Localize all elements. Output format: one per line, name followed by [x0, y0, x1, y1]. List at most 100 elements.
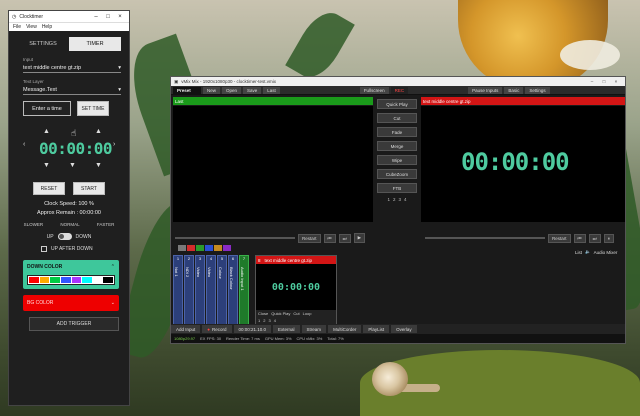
- preview-seek-bar[interactable]: [175, 237, 295, 239]
- input-channel-4[interactable]: 4 Video: [206, 255, 216, 325]
- overlay-button[interactable]: Overlay: [391, 325, 417, 333]
- settings-button[interactable]: Settings: [525, 86, 550, 94]
- audio-mixer-button[interactable]: Audio Mixer: [594, 250, 618, 255]
- vmix-titlebar[interactable]: ▣ vMix Mix - 1920x1080p30 - clocktimer-t…: [171, 77, 625, 86]
- tab-timer[interactable]: TIMER: [69, 37, 121, 51]
- color-tag[interactable]: [178, 245, 186, 251]
- swatch-black[interactable]: [103, 277, 113, 283]
- input-select[interactable]: text middle centre gt.zip ▾: [23, 63, 121, 73]
- fullscreen-button[interactable]: Fullscreen: [359, 86, 389, 94]
- preset-button[interactable]: Preset: [173, 86, 201, 94]
- multicorder-button[interactable]: MultiCorder: [328, 325, 362, 333]
- maximize-icon[interactable]: □: [102, 14, 114, 20]
- layer-1[interactable]: 1: [258, 318, 260, 323]
- faster-button[interactable]: FASTER: [97, 222, 115, 227]
- input-channel-2[interactable]: 2 NDI 2: [184, 255, 194, 325]
- swatch-blue[interactable]: [60, 277, 71, 283]
- seconds-up-icon[interactable]: ▲: [95, 128, 102, 135]
- last-button[interactable]: Last: [263, 86, 280, 94]
- normal-button[interactable]: NORMAL: [60, 222, 79, 227]
- chevron-up-icon[interactable]: ⌃: [111, 264, 115, 270]
- color-tag[interactable]: [205, 245, 213, 251]
- fade-button[interactable]: Fade: [377, 127, 417, 137]
- layer-2[interactable]: 2: [263, 318, 265, 323]
- seconds-down-icon[interactable]: ▼: [95, 162, 102, 169]
- chevron-right-icon[interactable]: ›: [113, 141, 115, 148]
- save-button[interactable]: Save: [243, 86, 262, 94]
- playlist-button[interactable]: PlayList: [363, 325, 390, 333]
- input-channel-5[interactable]: 5 Colour: [217, 255, 227, 325]
- color-tag[interactable]: [196, 245, 204, 251]
- start-button[interactable]: START: [73, 182, 105, 195]
- input-channel-7[interactable]: 7 Audio Input 1: [239, 255, 249, 325]
- close-icon[interactable]: ×: [114, 14, 126, 20]
- maximize-icon[interactable]: □: [598, 79, 610, 84]
- menu-help[interactable]: Help: [42, 24, 52, 30]
- output-seek-bar[interactable]: [425, 237, 545, 239]
- color-tag[interactable]: [223, 245, 231, 251]
- swatch-orange[interactable]: [39, 277, 50, 283]
- input-channel-6[interactable]: 6 Black Colour: [228, 255, 238, 325]
- menu-view[interactable]: View: [26, 24, 37, 30]
- transition-1[interactable]: 1: [387, 197, 390, 202]
- merge-button[interactable]: Merge: [377, 141, 417, 151]
- input-tile-8[interactable]: 8 text middle centre gt.zip 00:00:00 Clo…: [255, 255, 337, 327]
- quick-play-tile-button[interactable]: Quick Play: [271, 311, 290, 316]
- swatch-green[interactable]: [50, 277, 60, 283]
- menu-file[interactable]: File: [13, 24, 21, 30]
- wipe-button[interactable]: Wipe: [377, 155, 417, 165]
- cut-tile-button[interactable]: Cut: [293, 311, 299, 316]
- swatch-red[interactable]: [29, 277, 39, 283]
- loop-button[interactable]: Loop: [303, 311, 312, 316]
- hours-down-icon[interactable]: ▼: [43, 162, 50, 169]
- tab-settings[interactable]: SETTINGS: [17, 37, 69, 51]
- add-input-button[interactable]: Add Input: [171, 325, 201, 333]
- slower-button[interactable]: SLOWER: [24, 222, 44, 227]
- set-time-button[interactable]: SET TIME: [77, 101, 109, 116]
- bg-color-panel[interactable]: BG COLOR ⌄: [23, 295, 119, 311]
- rewind-icon[interactable]: ⏮: [323, 233, 336, 243]
- time-entry-input[interactable]: Enter a time: [23, 101, 71, 116]
- minutes-down-icon[interactable]: ▼: [69, 162, 76, 169]
- transition-2[interactable]: 2: [393, 197, 396, 202]
- color-tag[interactable]: [214, 245, 222, 251]
- up-after-down-checkbox[interactable]: [41, 246, 47, 252]
- input-channel-1[interactable]: 1 Not 1: [173, 255, 183, 325]
- direction-toggle[interactable]: [57, 233, 72, 240]
- swatch-purple[interactable]: [71, 277, 82, 283]
- stream-button[interactable]: Stream: [301, 325, 327, 333]
- quick-play-button[interactable]: Quick Play: [377, 99, 417, 109]
- add-trigger-button[interactable]: ADD TRIGGER: [29, 317, 119, 331]
- forward-icon[interactable]: ⏭: [588, 233, 601, 243]
- restart-button[interactable]: Restart: [298, 233, 321, 243]
- forward-icon[interactable]: ⏭: [338, 233, 351, 243]
- close-button[interactable]: Close: [258, 311, 268, 316]
- minimize-icon[interactable]: –: [586, 79, 598, 84]
- minimize-icon[interactable]: –: [90, 14, 102, 20]
- text-layer-select[interactable]: Message.Text ▾: [23, 85, 121, 95]
- layer-3[interactable]: 3: [268, 318, 270, 323]
- transition-3[interactable]: 3: [399, 197, 402, 202]
- cut-button[interactable]: Cut: [377, 113, 417, 123]
- ftb-button[interactable]: FTB: [377, 183, 417, 193]
- hours-up-icon[interactable]: ▲: [43, 128, 50, 135]
- swatch-cyan[interactable]: [82, 277, 92, 283]
- record-button[interactable]: ● Record: [202, 325, 232, 333]
- pause-icon[interactable]: ⏸: [603, 233, 614, 243]
- reset-button[interactable]: RESET: [33, 182, 65, 195]
- color-tag[interactable]: [187, 245, 195, 251]
- pause-inputs-button[interactable]: Pause Inputs: [468, 86, 503, 94]
- list-button[interactable]: List: [575, 250, 582, 255]
- play-icon[interactable]: ▶: [353, 233, 366, 243]
- basic-button[interactable]: Basic: [504, 86, 524, 94]
- clocktimer-titlebar[interactable]: ◷ Clocktimer – □ ×: [9, 11, 129, 22]
- rewind-icon[interactable]: ⏮: [573, 233, 586, 243]
- chevron-left-icon[interactable]: ‹: [23, 141, 25, 148]
- output-restart-button[interactable]: Restart: [548, 233, 571, 243]
- close-icon[interactable]: ×: [610, 79, 622, 84]
- new-button[interactable]: New: [203, 86, 221, 94]
- input-channel-3[interactable]: 3 Video: [195, 255, 205, 325]
- cubezoom-button[interactable]: CubeZoom: [377, 169, 417, 179]
- layer-4[interactable]: 4: [274, 318, 276, 323]
- preview-screen[interactable]: [173, 106, 373, 222]
